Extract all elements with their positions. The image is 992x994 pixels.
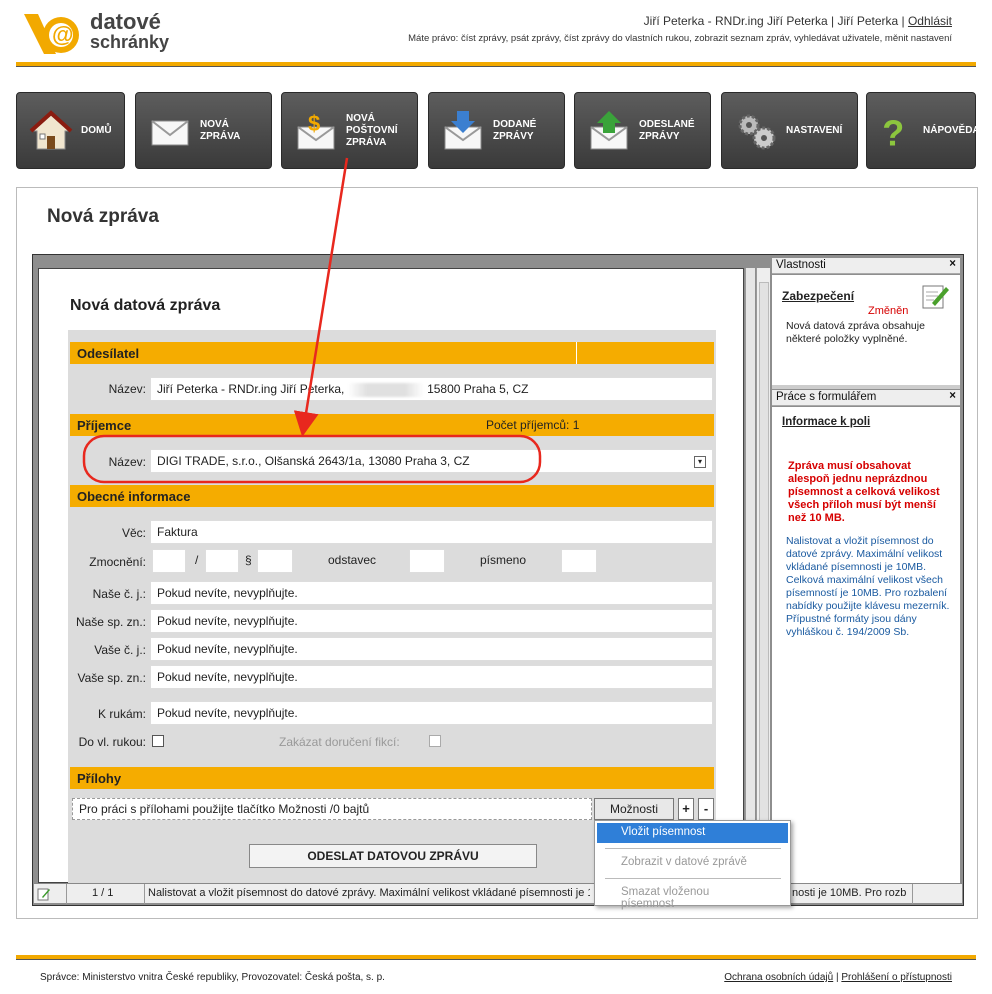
privacy-link[interactable]: Ochrana osobních údajů <box>724 972 833 983</box>
annotation-ellipse <box>82 434 542 484</box>
annotation-overlay <box>82 157 542 484</box>
footer-admin: Správce: Ministerstvo vnitra České repub… <box>40 972 385 983</box>
annotation-arrow <box>293 157 349 437</box>
footer-rule-dark <box>16 959 976 960</box>
accessibility-link[interactable]: Prohlášení o přístupnosti <box>841 972 952 983</box>
footer-links: Ochrana osobních údajů | Prohlášení o př… <box>724 972 952 983</box>
